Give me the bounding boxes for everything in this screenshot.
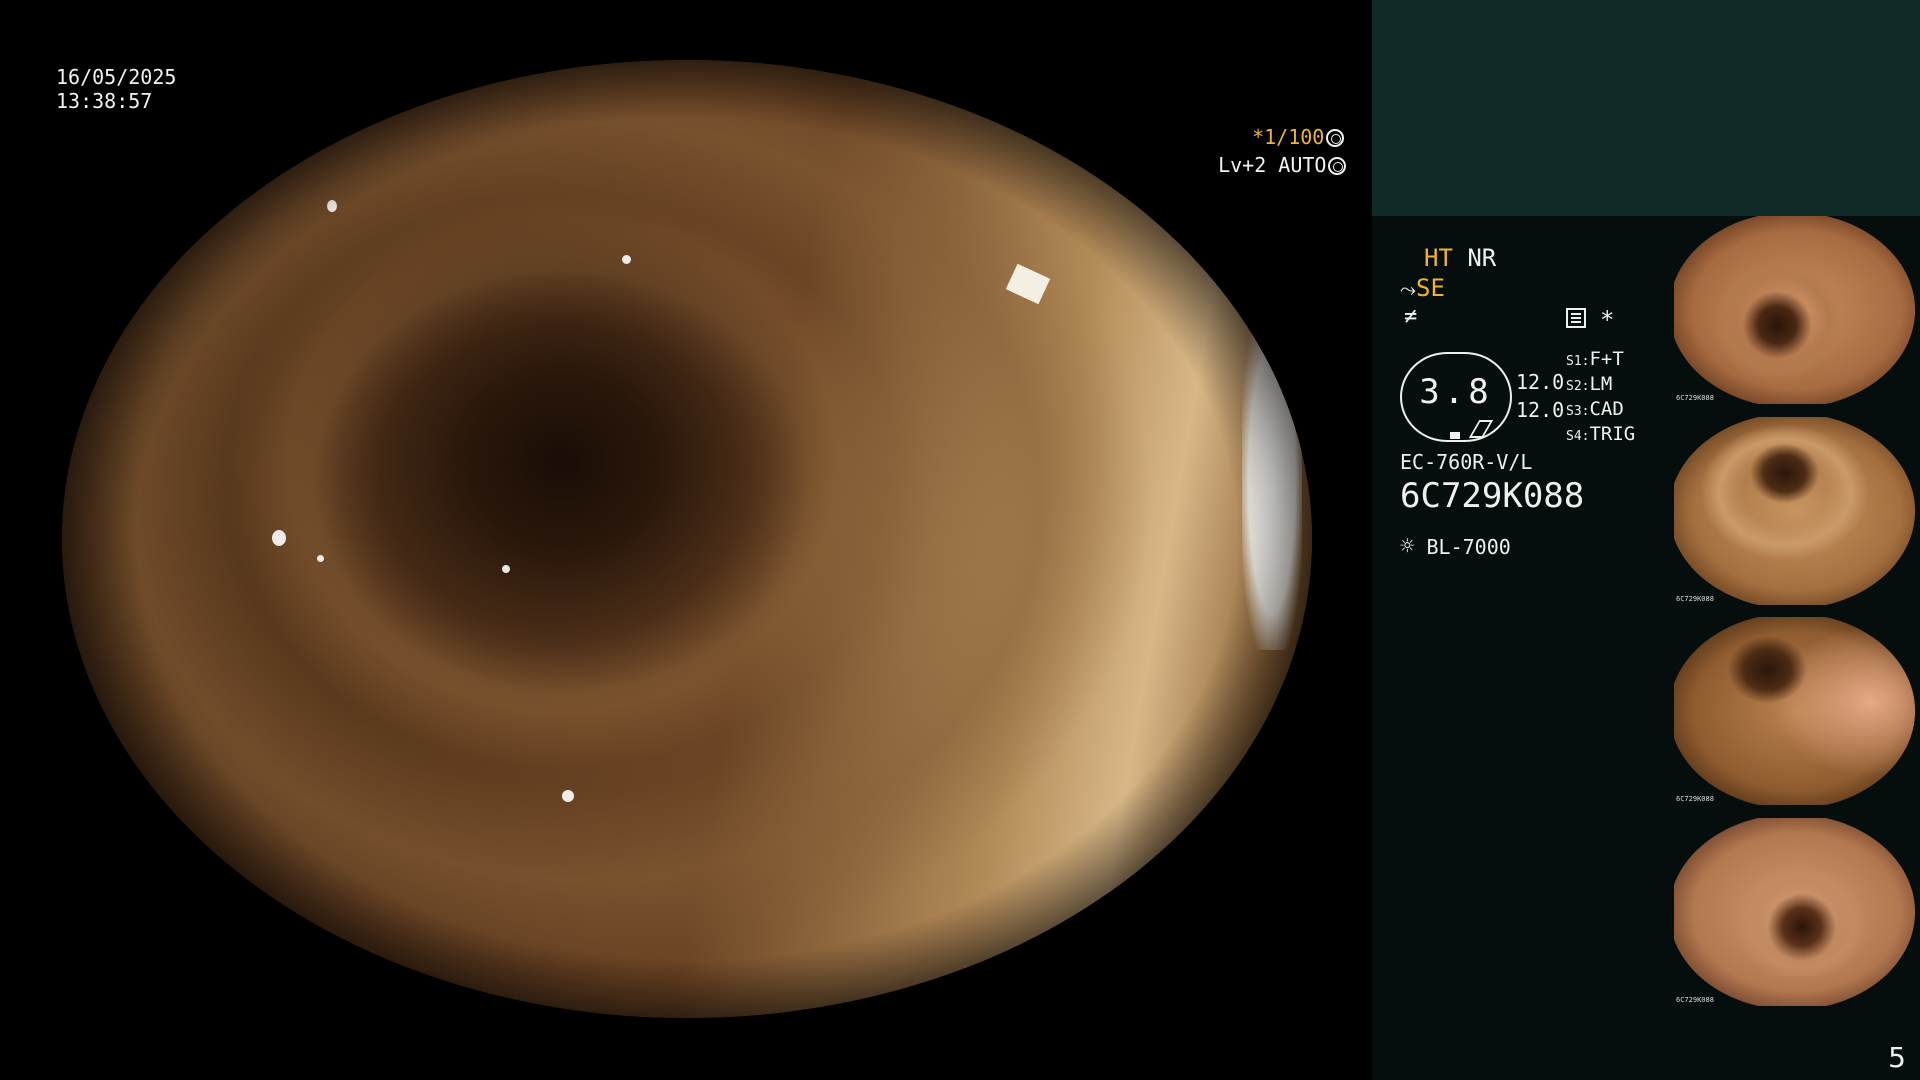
scope-serial: 6C729K088 (1400, 476, 1585, 516)
osd-level: Lv+2 AUTO (1194, 126, 1347, 178)
specular-highlight (1005, 263, 1051, 305)
scope-model: EC-760R-V/L (1400, 450, 1533, 474)
light-source-model: BL-7000 (1426, 535, 1511, 559)
osd-date: 16/05/2025 (56, 65, 177, 89)
captured-thumbnail[interactable]: 6C729K088 (1674, 617, 1920, 805)
switch-s3: S3:CAD (1566, 398, 1624, 420)
captured-thumbnail[interactable]: 6C729K088 (1674, 818, 1920, 1006)
light-reflection (327, 200, 337, 212)
s2-key: S2: (1566, 379, 1590, 394)
s3-key: S3: (1566, 404, 1590, 419)
captured-thumbnail[interactable]: 6C729K088 (1674, 216, 1920, 404)
specular-highlight (1242, 310, 1302, 650)
se-label: SE (1416, 274, 1445, 302)
thumbnail-caption: 6C729K088 (1676, 394, 1714, 402)
structure-enhance-icon: ⤳ (1400, 277, 1416, 301)
switch-s4: S4:TRIG (1566, 423, 1635, 445)
captured-thumbnail[interactable]: 6C729K088 (1674, 417, 1920, 605)
nr-label: NR (1467, 244, 1497, 272)
asterisk-indicator: * (1600, 306, 1615, 334)
s2-value: LM (1589, 373, 1613, 395)
light-reflection (562, 790, 574, 802)
freeze-icon: ≠ (1404, 304, 1418, 329)
s3-value: CAD (1589, 398, 1624, 420)
switch-s2: S2:LM (1566, 373, 1612, 395)
light-reflection (317, 555, 324, 562)
s4-value: TRIG (1589, 423, 1636, 445)
s1-value: F+T (1589, 348, 1624, 370)
light-source-icon: ☼ (1400, 532, 1415, 560)
panel-header-block (1372, 0, 1920, 216)
thumbnail-caption: 6C729K088 (1676, 996, 1714, 1004)
osd-time: 13:38:57 (56, 89, 153, 113)
ht-label: HT (1424, 244, 1453, 272)
switch-s1: S1:F+T (1566, 348, 1624, 370)
s4-key: S4: (1566, 429, 1590, 444)
page-number: 5 (1888, 1041, 1906, 1074)
level-value: Lv+2 AUTO (1218, 153, 1327, 177)
value-2: 12.0 (1516, 398, 1565, 422)
light-source-row: ☼ BL-7000 (1400, 532, 1511, 560)
endoscopy-live-view (62, 60, 1312, 1018)
light-reflection (622, 255, 631, 264)
thumbnail-caption: 6C729K088 (1676, 795, 1714, 803)
mode-row-2: ⤳SE (1400, 274, 1445, 302)
mode-row-1: HT NR (1424, 244, 1496, 272)
light-reflection (272, 530, 286, 546)
record-icon (1566, 308, 1586, 328)
thumbnail-caption: 6C729K088 (1676, 595, 1714, 603)
value-1: 12.0 (1516, 370, 1565, 394)
light-reflection (502, 565, 510, 573)
s1-key: S1: (1566, 354, 1590, 369)
gauge-value: 3.8 (1419, 372, 1493, 412)
gauge-marker (1450, 432, 1460, 439)
auto-iris-icon (1328, 157, 1347, 175)
